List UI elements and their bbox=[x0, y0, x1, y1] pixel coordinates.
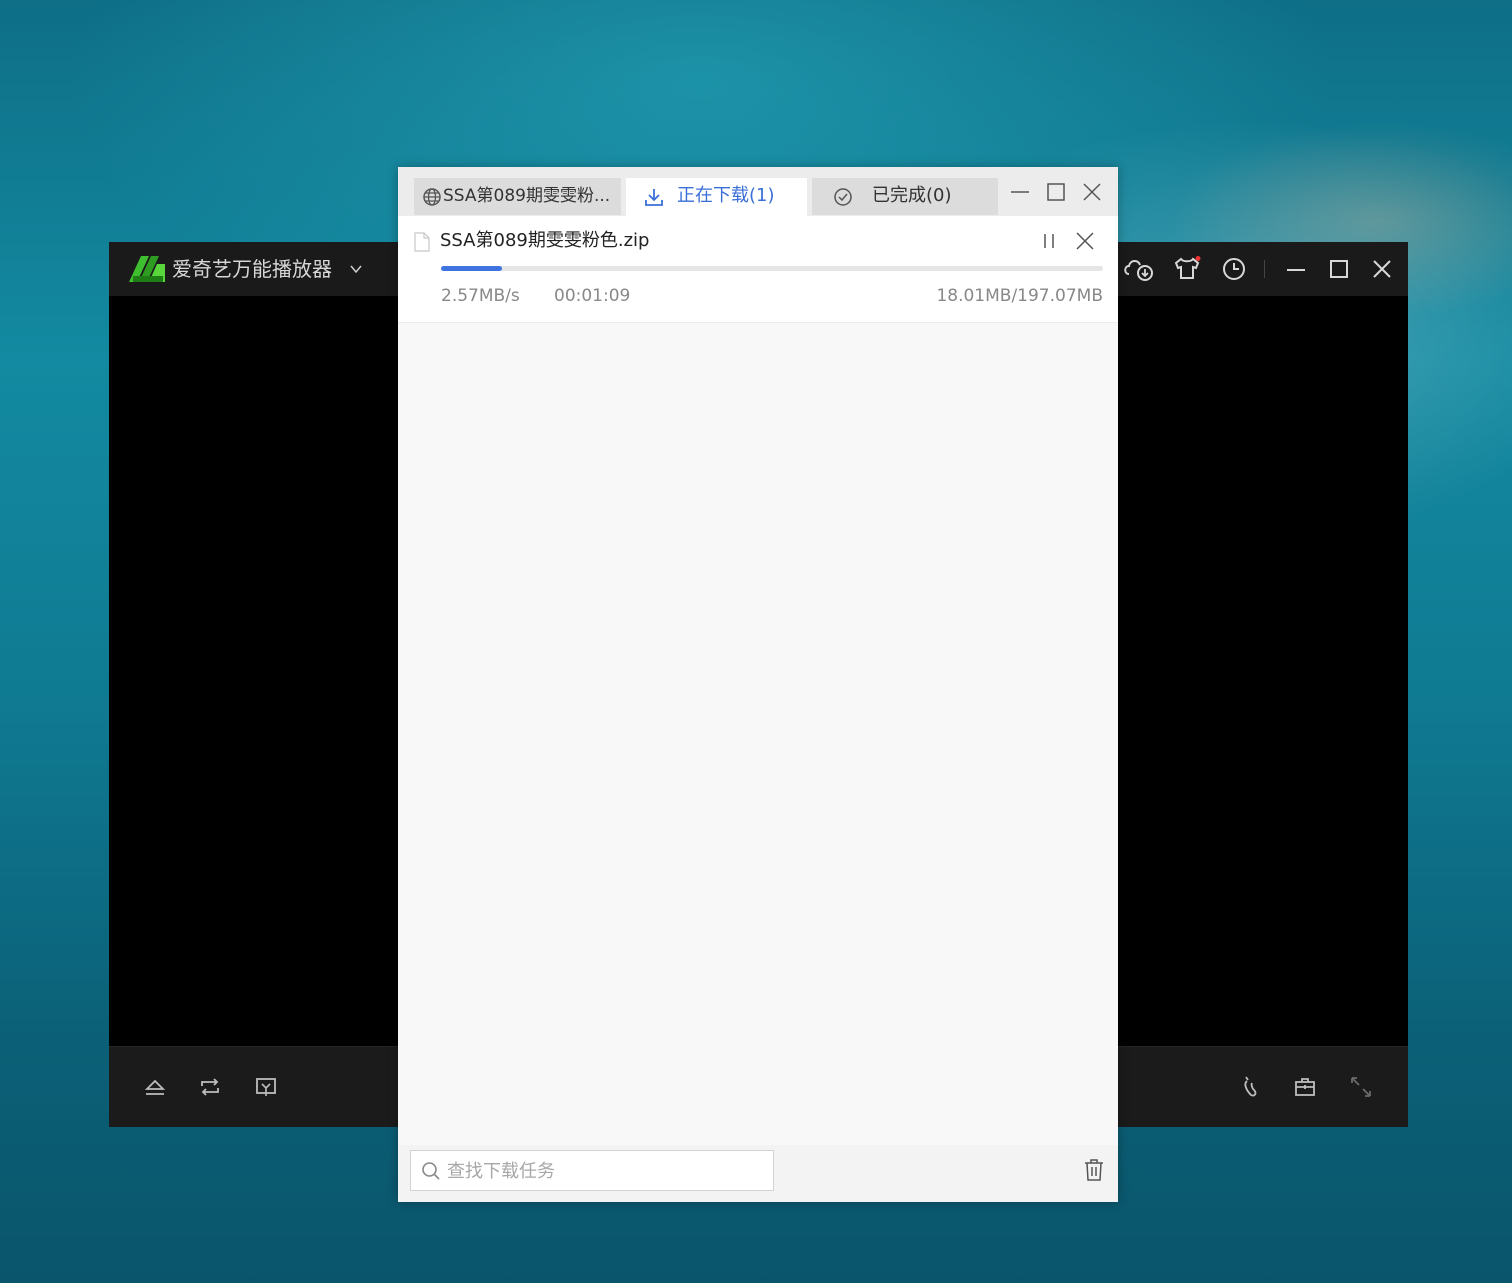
cancel-download-icon[interactable] bbox=[1074, 230, 1096, 252]
close-icon[interactable] bbox=[1081, 181, 1103, 203]
trash-icon[interactable] bbox=[1083, 1158, 1105, 1182]
close-icon[interactable] bbox=[1369, 256, 1395, 282]
player-title: 爱奇艺万能播放器 bbox=[172, 257, 332, 281]
toolbox-icon[interactable] bbox=[1293, 1075, 1317, 1099]
download-footer bbox=[398, 1145, 1118, 1202]
fullscreen-icon[interactable] bbox=[1349, 1075, 1373, 1099]
search-input[interactable] bbox=[445, 1155, 769, 1188]
tab-downloading[interactable]: 正在下载(1) bbox=[626, 178, 807, 216]
time-remaining: 00:01:09 bbox=[554, 286, 631, 306]
file-icon bbox=[414, 232, 430, 252]
search-icon bbox=[421, 1161, 441, 1181]
titlebar-divider bbox=[1264, 260, 1265, 278]
chevron-down-icon[interactable] bbox=[349, 262, 363, 276]
tab-source-page[interactable]: SSA第089期雯雯粉... bbox=[414, 178, 621, 215]
search-box[interactable] bbox=[410, 1150, 774, 1191]
download-tab-bar: SSA第089期雯雯粉... 正在下载(1) 已完成(0) bbox=[398, 167, 1118, 216]
loop-icon[interactable] bbox=[198, 1075, 222, 1099]
download-icon bbox=[644, 187, 664, 207]
file-name: SSA第089期雯雯粉色.zip bbox=[440, 230, 650, 251]
check-circle-icon bbox=[833, 187, 853, 207]
minimize-icon[interactable] bbox=[1009, 181, 1031, 203]
download-progress-fill bbox=[441, 266, 502, 271]
iqiyi-logo-icon[interactable] bbox=[127, 252, 167, 286]
download-manager-window: SSA第089期雯雯粉... 正在下载(1) 已完成(0) SSA第089期雯雯… bbox=[398, 167, 1118, 1202]
maximize-icon[interactable] bbox=[1045, 181, 1067, 203]
globe-icon bbox=[422, 187, 442, 207]
eject-icon[interactable] bbox=[143, 1075, 167, 1099]
tab-label: SSA第089期雯雯粉... bbox=[443, 186, 611, 206]
skin-shirt-icon[interactable] bbox=[1173, 256, 1201, 282]
pause-icon[interactable] bbox=[1038, 230, 1060, 252]
maximize-icon[interactable] bbox=[1326, 256, 1352, 282]
download-size: 18.01MB/197.07MB bbox=[936, 286, 1103, 306]
tab-label: 已完成(0) bbox=[872, 185, 952, 206]
footprint-icon[interactable] bbox=[1239, 1075, 1263, 1099]
minimize-icon[interactable] bbox=[1283, 256, 1309, 282]
tab-completed[interactable]: 已完成(0) bbox=[812, 178, 998, 215]
history-clock-icon[interactable] bbox=[1221, 256, 1247, 282]
download-speed: 2.57MB/s bbox=[441, 286, 520, 306]
download-progress-bar bbox=[441, 266, 1103, 271]
screen-cast-icon[interactable] bbox=[254, 1075, 278, 1099]
cloud-download-icon[interactable] bbox=[1123, 256, 1153, 282]
tab-label: 正在下载(1) bbox=[677, 185, 775, 206]
